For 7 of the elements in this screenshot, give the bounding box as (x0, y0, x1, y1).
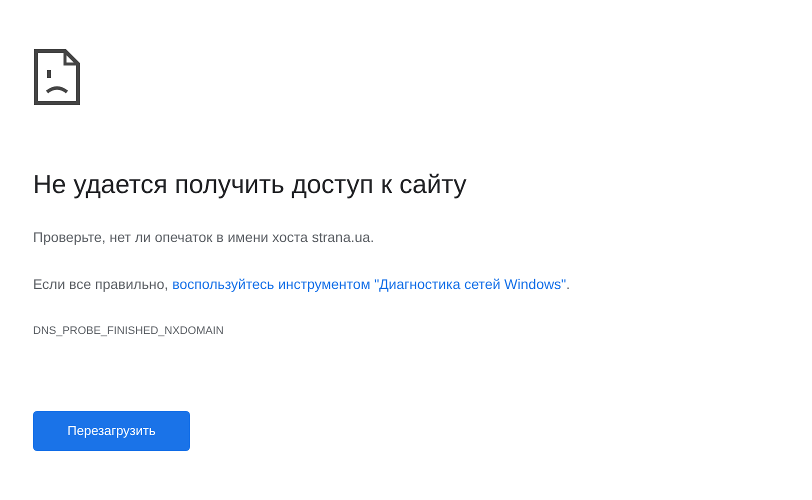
sad-page-icon (33, 48, 81, 106)
suggestion-text: Если все правильно, воспользуйтесь инструментом "Диагностика сетей Windows". (33, 274, 571, 294)
error-heading: Не удается получить доступ к сайту (33, 168, 468, 200)
reload-button[interactable]: Перезагрузить (33, 411, 190, 451)
hint-text: Проверьте, нет ли опечаток в имени хоста strana.ua. (33, 228, 376, 247)
error-code: DNS_PROBE_FINISHED_NXDOMAIN (33, 324, 225, 338)
diagnostics-link[interactable]: воспользуйтесь инструментом "Диагностика сетей Windows" (172, 276, 566, 292)
